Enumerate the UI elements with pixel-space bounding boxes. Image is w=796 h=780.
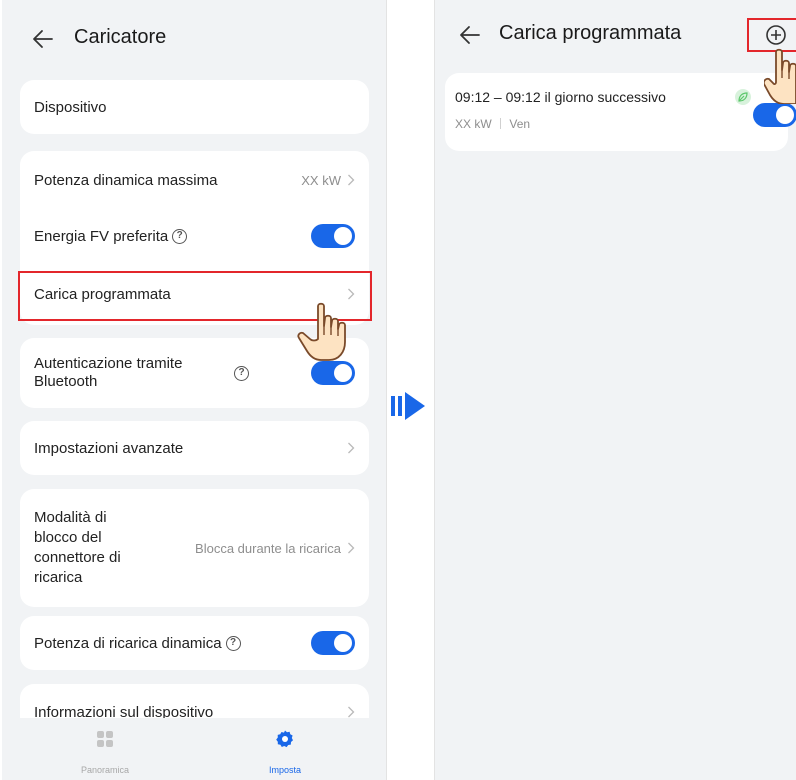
dynamic-charging-power-toggle[interactable] <box>311 631 355 655</box>
help-circle-icon[interactable]: ? <box>234 365 249 381</box>
schedule-item[interactable]: 09:12 – 09:12 il giorno successivo XX kW… <box>445 73 796 151</box>
device-row[interactable]: Dispositivo <box>20 80 369 134</box>
max-dynamic-power-value: XX kW <box>301 172 341 188</box>
dynamic-charging-power-label-wrap: Potenza di ricarica dinamica? <box>34 635 311 652</box>
preferred-pv-row: Energia FV preferita? <box>20 211 369 261</box>
page-title: Caricatore <box>74 26 167 48</box>
page-title: Carica programmata <box>499 22 682 44</box>
dynamic-charging-power-label: Potenza di ricarica dinamica <box>34 634 222 652</box>
advanced-settings-card[interactable]: Impostazioni avanzate <box>20 421 369 475</box>
toggle-knob <box>334 364 352 382</box>
divider <box>500 118 502 129</box>
transition-arrow-icon <box>391 392 425 420</box>
bluetooth-auth-label-line1: Autenticazione tramite <box>34 355 183 372</box>
tab-settings-label: Imposta <box>268 765 301 775</box>
chevron-right-icon <box>348 706 355 718</box>
charger-settings-screen: Caricatore Dispositivo Potenza dinamica … <box>2 0 387 780</box>
device-label: Dispositivo <box>34 98 107 116</box>
bottom-tab-bar: Panoramica Imposta <box>2 718 386 780</box>
schedule-power: XX kW <box>455 117 492 131</box>
grid-icon <box>97 731 113 747</box>
connector-lock-card[interactable]: Modalità di blocco del connettore di ric… <box>20 489 369 607</box>
advanced-settings-label: Impostazioni avanzate <box>34 439 184 457</box>
schedule-toggle[interactable] <box>753 103 796 127</box>
connector-lock-label-line2: blocco del <box>34 529 102 546</box>
leaf-icon <box>735 89 751 105</box>
schedule-details: XX kW Ven <box>455 117 530 131</box>
connector-lock-value: Blocca durante la ricarica <box>195 540 341 556</box>
pointing-hand-icon <box>297 302 346 361</box>
back-arrow-icon[interactable] <box>32 28 54 50</box>
tab-overview-label: Panoramica <box>80 765 130 775</box>
dynamic-charging-power-row: Potenza di ricarica dinamica? <box>20 616 369 670</box>
advanced-settings-row[interactable]: Impostazioni avanzate <box>20 421 369 475</box>
connector-lock-row[interactable]: Modalità di blocco del connettore di ric… <box>20 489 369 607</box>
bluetooth-auth-label: Autenticazione tramite Bluetooth <box>34 355 230 391</box>
gear-icon <box>276 730 293 748</box>
device-card[interactable]: Dispositivo <box>20 80 369 134</box>
pointing-hand-icon <box>764 48 796 104</box>
toggle-knob <box>334 634 352 652</box>
chevron-right-icon <box>348 174 355 186</box>
app-bar: Caricatore <box>2 14 386 64</box>
tab-settings[interactable]: Imposta <box>230 730 340 775</box>
toggle-knob <box>334 227 352 245</box>
back-arrow-icon[interactable] <box>459 24 481 46</box>
max-dynamic-power-label: Potenza dinamica massima <box>34 171 218 189</box>
add-schedule-highlight <box>747 18 796 52</box>
dynamic-charging-power-card: Potenza di ricarica dinamica? <box>20 616 369 670</box>
preferred-pv-label: Energia FV preferita <box>34 227 169 245</box>
scheduled-charging-screen: Carica programmata 09:12 – 09:12 il gior… <box>434 0 796 780</box>
tab-overview[interactable]: Panoramica <box>50 730 160 775</box>
preferred-pv-label-wrap: Energia FV preferita? <box>34 228 311 245</box>
help-circle-icon[interactable]: ? <box>172 229 188 245</box>
schedule-time: 09:12 – 09:12 il giorno successivo <box>455 89 666 105</box>
help-circle-icon[interactable]: ? <box>225 636 241 652</box>
chevron-right-icon <box>348 542 355 554</box>
toggle-knob <box>776 106 794 124</box>
connector-lock-label-line4: ricarica <box>34 569 83 586</box>
connector-lock-label: Modalità di blocco del connettore di ric… <box>34 508 174 588</box>
app-bar: Carica programmata <box>435 14 796 64</box>
preferred-pv-toggle[interactable] <box>311 224 355 248</box>
chevron-right-icon <box>348 442 355 454</box>
bluetooth-auth-label-line2: Bluetooth <box>34 373 98 390</box>
bluetooth-auth-toggle[interactable] <box>311 361 355 385</box>
schedule-days: Ven <box>509 117 531 131</box>
max-dynamic-power-row[interactable]: Potenza dinamica massima XX kW <box>20 155 369 205</box>
connector-lock-label-line3: connettore di <box>34 549 121 566</box>
connector-lock-label-line1: Modalità di <box>34 509 107 526</box>
